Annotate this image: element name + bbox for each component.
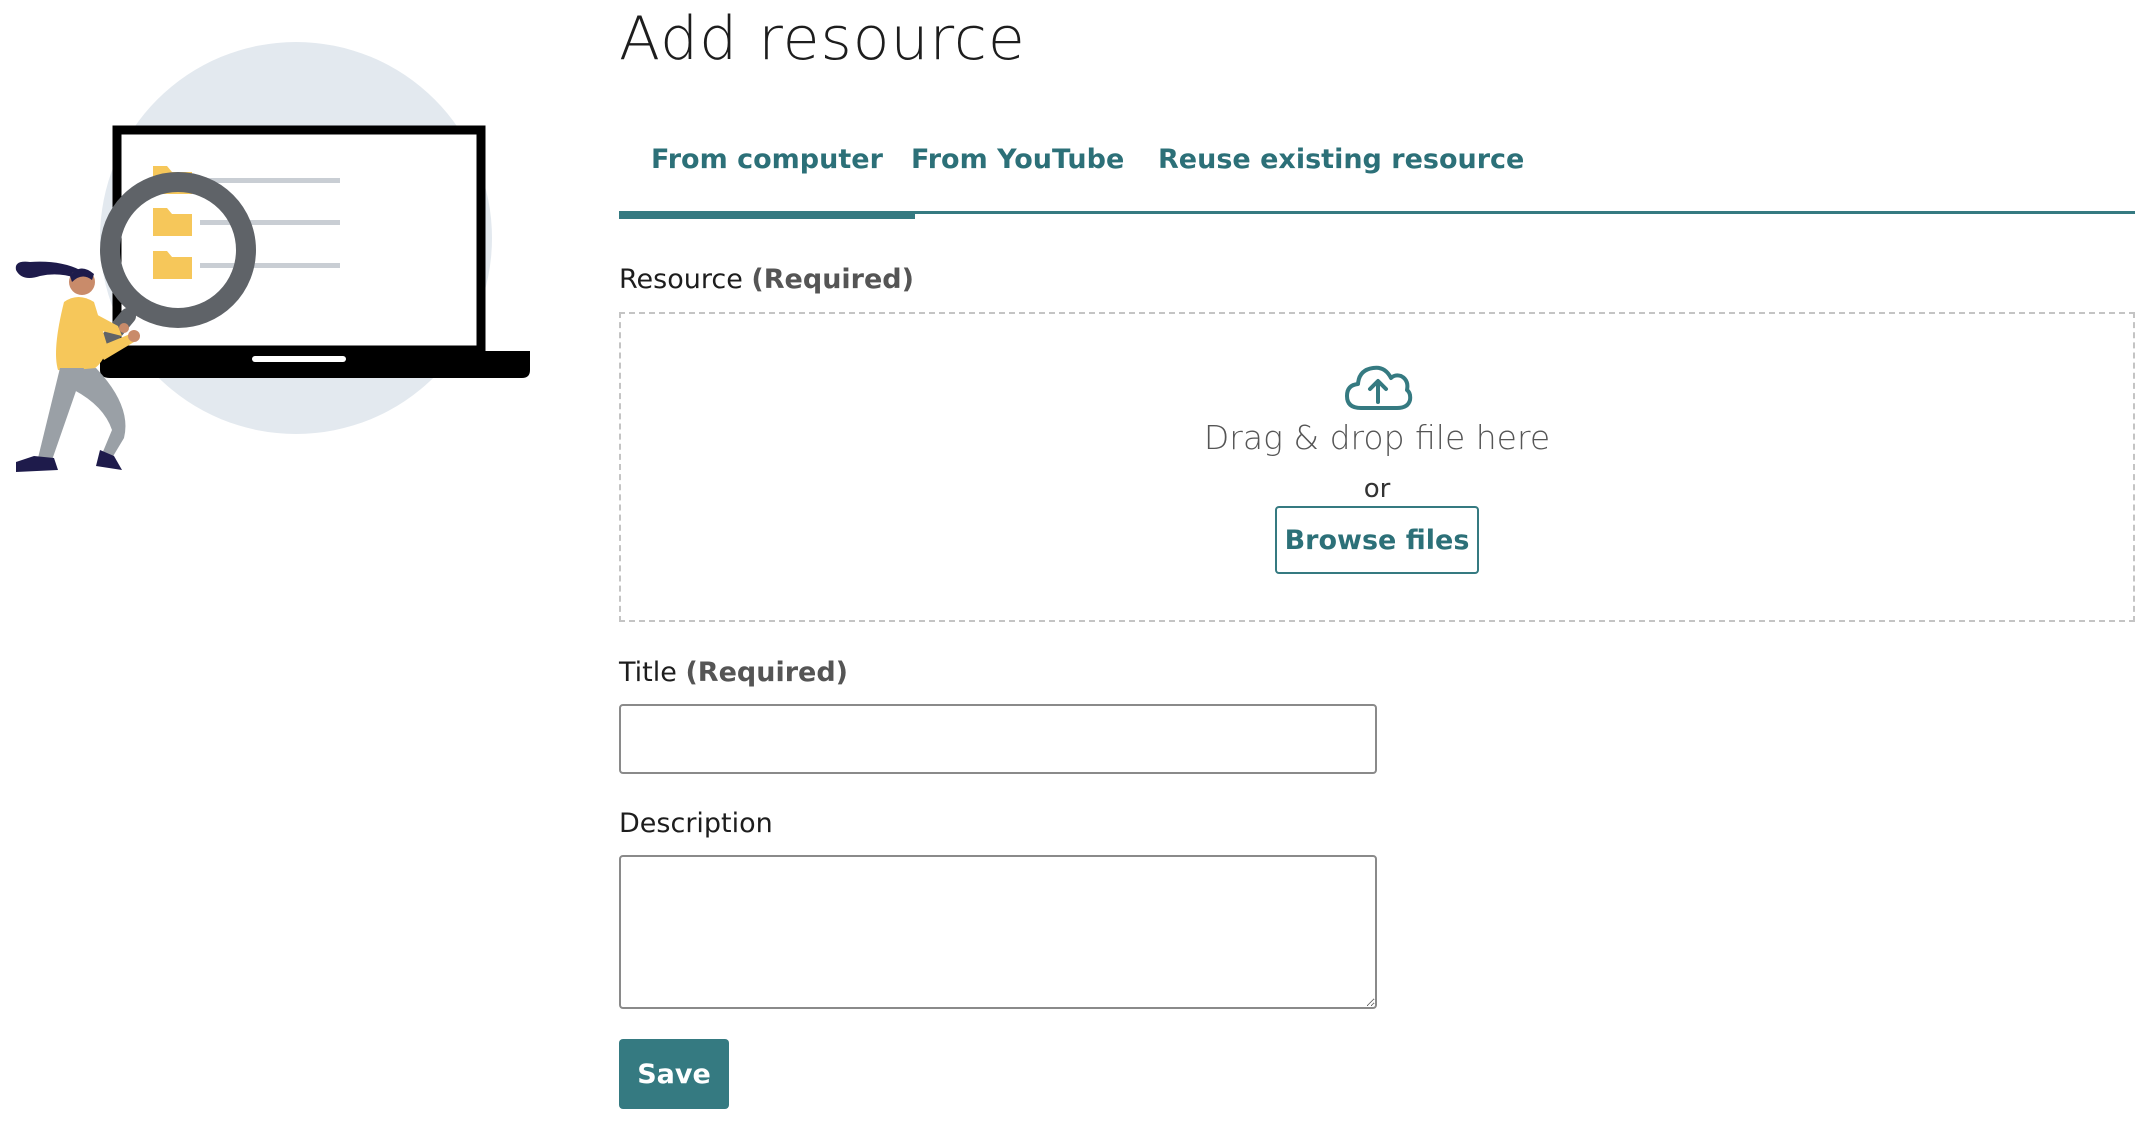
description-textarea[interactable] [619,855,1377,1009]
page-title: Add resource [619,4,1026,74]
title-required-text: (Required) [685,657,849,688]
dropzone-or-text: or [1363,474,1391,504]
file-dropzone[interactable]: Drag & drop file here or Browse files [619,312,2135,622]
save-button[interactable]: Save [619,1039,729,1109]
resource-required-text: (Required) [751,264,914,295]
tab-from-youtube[interactable]: From YouTube [911,128,1124,214]
person-searching-laptop-illustration [15,42,530,472]
title-input[interactable] [619,704,1377,774]
source-tabs: From computer From YouTube Reuse existin… [619,128,2135,219]
dropzone-instruction: Drag & drop file here [1203,418,1551,457]
resource-label: Resource (Required) [619,264,914,295]
cloud-upload-icon [1345,365,1413,410]
title-label: Title (Required) [619,657,848,688]
browse-files-button[interactable]: Browse files [1275,506,1479,574]
tab-from-computer[interactable]: From computer [619,128,915,219]
description-label: Description [619,808,773,839]
tab-reuse-existing-resource[interactable]: Reuse existing resource [1158,128,1524,214]
title-label-text: Title [619,657,677,688]
resource-label-text: Resource [619,264,743,295]
laptop-base-icon [100,351,530,378]
